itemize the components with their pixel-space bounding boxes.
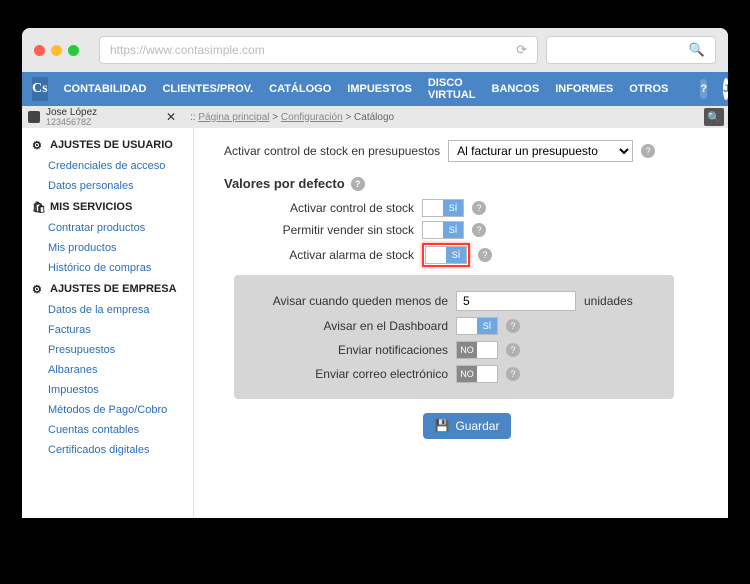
page-search-icon[interactable]: 🔍 [704, 108, 724, 126]
label-vender-sin-stock: Permitir vender sin stock [224, 223, 414, 237]
sidebar-section-usuario: ⚙AJUSTES DE USUARIO [22, 134, 193, 156]
sidebar-item-albaranes[interactable]: Albaranes [22, 360, 193, 380]
help-icon[interactable]: ? [506, 319, 520, 333]
nav-catalogo[interactable]: CATÁLOGO [269, 83, 331, 95]
sidebar-item-mis-productos[interactable]: Mis productos [22, 238, 193, 258]
nav-contabilidad[interactable]: CONTABILIDAD [64, 83, 147, 95]
label-avisar-dashboard: Avisar en el Dashboard [248, 319, 448, 333]
user-name: Jose López [46, 108, 97, 118]
help-icon[interactable]: ? [700, 79, 707, 99]
select-stock-presupuestos[interactable]: Al facturar un presupuesto [448, 140, 633, 162]
save-button[interactable]: 💾 Guardar [423, 413, 512, 439]
bag-icon: 🛍 [32, 201, 44, 213]
sidebar-item-datos-empresa[interactable]: Datos de la empresa [22, 300, 193, 320]
sidebar-item-cuentas[interactable]: Cuentas contables [22, 420, 193, 440]
sidebar-item-certificados[interactable]: Certificados digitales [22, 440, 193, 460]
nav-clientes[interactable]: CLIENTES/PROV. [162, 83, 253, 95]
browser-search[interactable]: 🔍 [546, 36, 716, 64]
toggle-enviar-email[interactable]: NO [456, 365, 498, 383]
label-enviar-email: Enviar correo electrónico [248, 367, 448, 381]
sidebar-item-metodos-pago[interactable]: Métodos de Pago/Cobro [22, 400, 193, 420]
sidebar: ⚙AJUSTES DE USUARIO Credenciales de acce… [22, 128, 194, 518]
sidebar-item-impuestos[interactable]: Impuestos [22, 380, 193, 400]
user-avatar[interactable]: J [723, 78, 728, 100]
label-unidades: unidades [584, 294, 633, 308]
user-block: Jose López 12345678Z ✕ [22, 108, 182, 127]
breadcrumb: :: Página principal > Configuración > Ca… [182, 112, 402, 123]
sub-header: Jose López 12345678Z ✕ :: Página princip… [22, 106, 728, 128]
nav-informes[interactable]: INFORMES [555, 83, 613, 95]
close-dot[interactable] [34, 45, 45, 56]
toggle-activar-stock[interactable]: SÍ [422, 199, 464, 217]
sidebar-section-empresa: ⚙AJUSTES DE EMPRESA [22, 278, 193, 300]
help-icon[interactable]: ? [351, 177, 365, 191]
app-logo[interactable]: Cs [32, 77, 48, 101]
label-alarma-stock: Activar alarma de stock [224, 248, 414, 262]
help-icon[interactable]: ? [641, 144, 655, 158]
sidebar-section-servicios: 🛍MIS SERVICIOS [22, 196, 193, 218]
label-activar-stock: Activar control de stock [224, 201, 414, 215]
alarm-settings-panel: Avisar cuando queden menos de unidades A… [234, 275, 674, 399]
defaults-heading: Valores por defecto? [224, 176, 710, 191]
help-icon[interactable]: ? [506, 367, 520, 381]
app-navbar: Cs CONTABILIDAD CLIENTES/PROV. CATÁLOGO … [22, 72, 728, 106]
sidebar-item-facturas[interactable]: Facturas [22, 320, 193, 340]
sidebar-item-datos-personales[interactable]: Datos personales [22, 176, 193, 196]
gear-icon: ⚙ [32, 283, 44, 295]
sidebar-item-contratar[interactable]: Contratar productos [22, 218, 193, 238]
main-content: Activar control de stock en presupuestos… [194, 128, 728, 518]
help-icon[interactable]: ? [506, 343, 520, 357]
search-icon: 🔍 [689, 42, 705, 58]
sidebar-item-presupuestos[interactable]: Presupuestos [22, 340, 193, 360]
url-text: https://www.contasimple.com [110, 43, 265, 57]
save-icon: 💾 [435, 419, 450, 433]
gear-icon: ⚙ [32, 139, 44, 151]
nav-otros[interactable]: OTROS [629, 83, 668, 95]
nav-bancos[interactable]: BANCOS [492, 83, 540, 95]
help-icon[interactable]: ? [472, 201, 486, 215]
user-id: 12345678Z [46, 118, 97, 127]
close-user-icon[interactable]: ✕ [166, 110, 176, 124]
maximize-dot[interactable] [68, 45, 79, 56]
crumb-catalogo: Catálogo [354, 112, 394, 123]
toggle-enviar-notif[interactable]: NO [456, 341, 498, 359]
label-stock-presupuestos: Activar control de stock en presupuestos [224, 144, 440, 158]
refresh-icon[interactable]: ⟳ [516, 42, 527, 58]
window-controls[interactable] [34, 45, 79, 56]
url-input[interactable]: https://www.contasimple.com ⟳ [99, 36, 538, 64]
input-avisar-cantidad[interactable] [456, 291, 576, 311]
sidebar-item-credenciales[interactable]: Credenciales de acceso [22, 156, 193, 176]
sidebar-item-historico[interactable]: Histórico de compras [22, 258, 193, 278]
user-icon [28, 111, 40, 123]
help-icon[interactable]: ? [472, 223, 486, 237]
label-enviar-notif: Enviar notificaciones [248, 343, 448, 357]
browser-titlebar: https://www.contasimple.com ⟳ 🔍 [22, 28, 728, 72]
toggle-vender-sin-stock[interactable]: SÍ [422, 221, 464, 239]
label-avisar-menos: Avisar cuando queden menos de [248, 294, 448, 308]
nav-impuestos[interactable]: IMPUESTOS [347, 83, 412, 95]
nav-disco[interactable]: DISCO VIRTUAL [428, 77, 476, 101]
crumb-config[interactable]: Configuración [281, 112, 343, 123]
highlight-box: SÍ [422, 243, 470, 267]
crumb-home[interactable]: Página principal [198, 112, 269, 123]
toggle-avisar-dashboard[interactable]: SÍ [456, 317, 498, 335]
toggle-alarma-stock[interactable]: SÍ [425, 246, 467, 264]
help-icon[interactable]: ? [478, 248, 492, 262]
minimize-dot[interactable] [51, 45, 62, 56]
